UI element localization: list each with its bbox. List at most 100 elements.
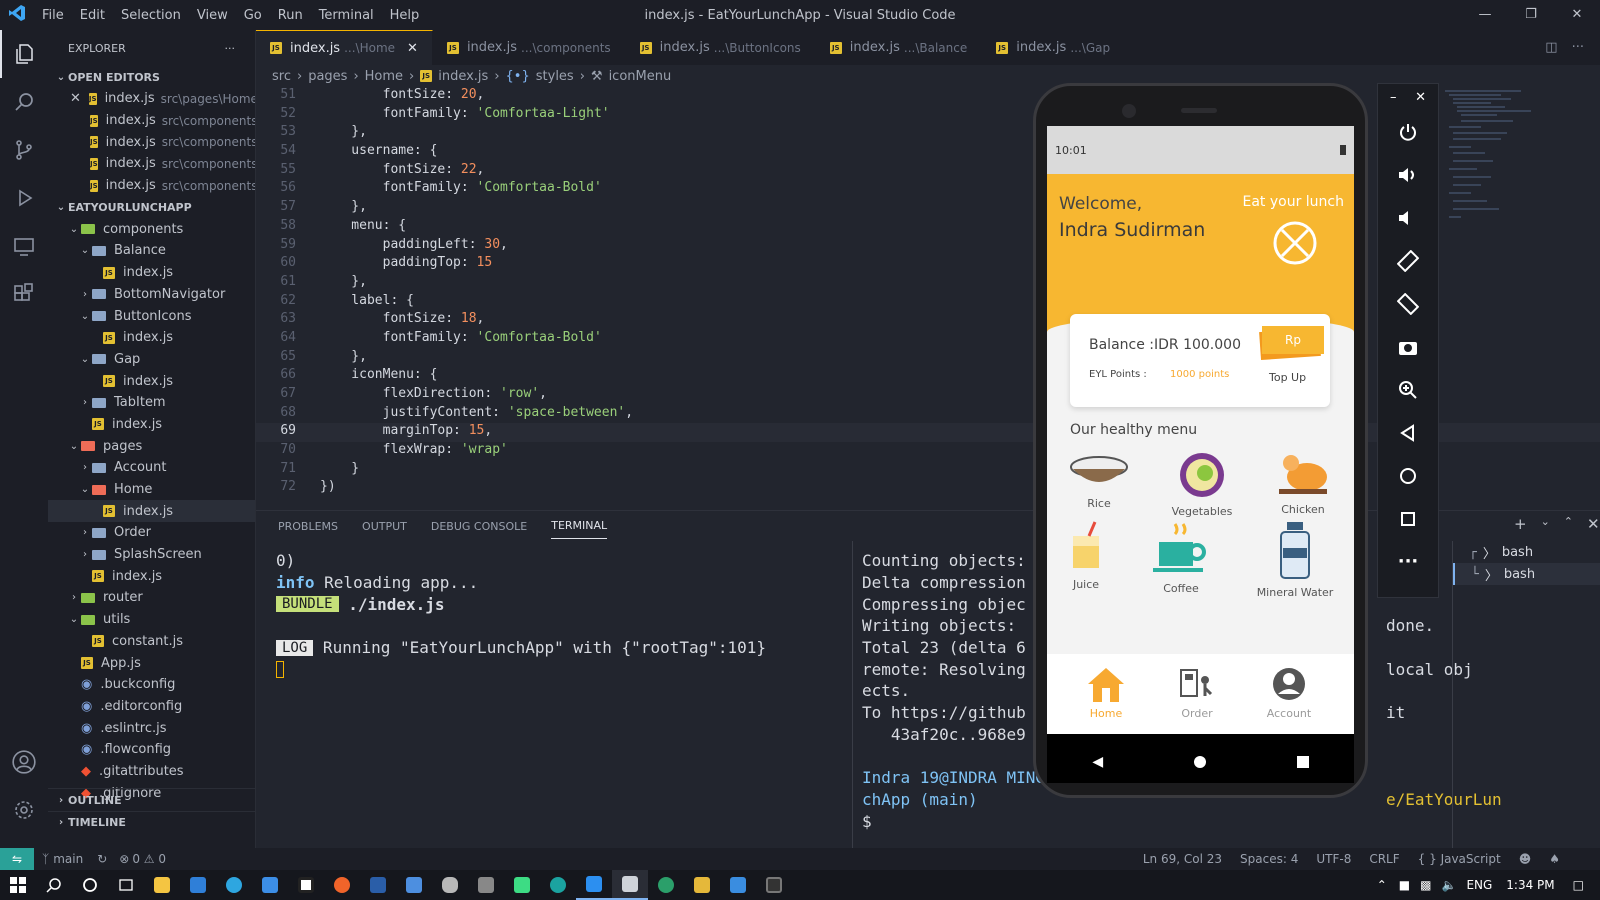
top-up-button[interactable]: Rp xyxy=(1259,326,1324,361)
back-icon[interactable] xyxy=(1378,411,1438,454)
tree-folder[interactable]: ⌄ components xyxy=(48,218,255,240)
menu-edit[interactable]: Edit xyxy=(72,8,113,23)
end-of-line[interactable]: CRLF xyxy=(1369,852,1399,866)
terminal-app-icon[interactable] xyxy=(756,870,792,900)
extensions-icon[interactable] xyxy=(0,270,48,318)
store-icon[interactable] xyxy=(180,870,216,900)
intellij-icon[interactable] xyxy=(288,870,324,900)
minimize-icon[interactable]: — xyxy=(1462,0,1508,30)
tab-problems[interactable]: PROBLEMS xyxy=(278,514,338,539)
task-view-icon[interactable] xyxy=(108,870,144,900)
volume-up-icon[interactable] xyxy=(1378,153,1438,196)
tree-folder[interactable]: ⌄ Home xyxy=(48,479,255,501)
notifications-bell-icon[interactable]: ♠ xyxy=(1549,852,1560,866)
overview-square-icon[interactable] xyxy=(1378,497,1438,540)
tab-gap-index[interactable]: JS index.js ...\Gap xyxy=(982,30,1126,65)
tray-app-icon[interactable]: ■ xyxy=(1399,878,1410,892)
tab-balance-index[interactable]: JS index.js ...\Balance xyxy=(816,30,983,65)
tree-file[interactable]: JS index.js xyxy=(48,500,255,523)
menu-run[interactable]: Run xyxy=(270,8,311,23)
tree-file[interactable]: ◉ .buckconfig xyxy=(48,674,255,696)
menu-chicken[interactable]: Chicken xyxy=(1253,451,1353,516)
tree-folder[interactable]: › BottomNavigator xyxy=(48,284,255,306)
remote-desktop-icon[interactable] xyxy=(396,870,432,900)
nav-order[interactable]: Order xyxy=(1146,666,1248,720)
crumb-home[interactable]: Home xyxy=(365,69,403,84)
input-language[interactable]: ENG xyxy=(1466,878,1492,892)
android-recents-icon[interactable] xyxy=(1296,756,1309,768)
open-editor-item[interactable]: JSindex.jssrc\components... xyxy=(48,153,255,175)
tree-file[interactable]: ◉ .editorconfig xyxy=(48,696,255,718)
tree-file[interactable]: JS index.js xyxy=(48,370,255,392)
menu-go[interactable]: Go xyxy=(236,8,270,23)
run-debug-icon[interactable] xyxy=(0,174,48,222)
tree-folder[interactable]: › Account xyxy=(48,457,255,479)
encoding[interactable]: UTF-8 xyxy=(1316,852,1351,866)
menu-rice[interactable]: Rice xyxy=(1049,451,1149,510)
menu-mineral-water[interactable]: Mineral Water xyxy=(1245,520,1345,599)
tree-folder[interactable]: ⌄ ButtonIcons xyxy=(48,305,255,327)
tree-folder[interactable]: › TabItem xyxy=(48,392,255,414)
rotate-right-icon[interactable] xyxy=(1378,282,1438,325)
open-editor-item[interactable]: ✕ JS index.js src\pages\Home xyxy=(48,88,255,110)
open-editors-section[interactable]: ⌄ OPEN EDITORS xyxy=(48,66,255,88)
sync-icon[interactable]: ↻ xyxy=(97,852,107,866)
crumb-src[interactable]: src xyxy=(272,69,291,84)
tab-buttonicons-index[interactable]: JS index.js ...\ButtonIcons xyxy=(626,30,816,65)
menu-view[interactable]: View xyxy=(189,8,236,23)
tab-home-index[interactable]: JS index.js ...\Home ✕ xyxy=(256,30,433,65)
tree-folder[interactable]: › router xyxy=(48,587,255,609)
editor-more-icon[interactable]: ··· xyxy=(1572,40,1584,55)
tab-output[interactable]: OUTPUT xyxy=(362,514,407,539)
menu-juice[interactable]: Juice xyxy=(1047,520,1136,591)
android-home-icon[interactable] xyxy=(1193,756,1206,768)
terminal-list-item[interactable]: └ 〉 bash xyxy=(1453,563,1600,585)
tree-file[interactable]: JS constant.js xyxy=(48,631,255,653)
power-icon[interactable] xyxy=(1378,110,1438,153)
crumb-file[interactable]: index.js xyxy=(438,69,488,84)
tray-chevron-icon[interactable]: ⌃ xyxy=(1377,878,1387,892)
tree-folder[interactable]: ⌄ Balance xyxy=(48,240,255,262)
edge-icon[interactable] xyxy=(540,870,576,900)
menu-file[interactable]: File xyxy=(34,8,72,23)
android-back-icon[interactable]: ◀ xyxy=(1092,754,1103,770)
close-editor-icon[interactable]: ✕ xyxy=(70,91,81,106)
tab-components-index[interactable]: JS index.js ...\components xyxy=(433,30,626,65)
project-section[interactable]: ⌄ EATYOURLUNCHAPP xyxy=(48,196,255,218)
split-editor-icon[interactable]: ◫ xyxy=(1545,40,1557,55)
tree-file[interactable]: JS index.js xyxy=(48,565,255,587)
open-editor-item[interactable]: JSindex.jssrc\components... xyxy=(48,175,255,197)
new-terminal-icon[interactable]: + xyxy=(1514,515,1527,533)
action-center-icon[interactable]: □ xyxy=(1573,878,1584,892)
cortana-icon[interactable] xyxy=(72,870,108,900)
crumb-pages[interactable]: pages xyxy=(308,69,347,84)
account-icon[interactable] xyxy=(0,738,48,786)
network-icon[interactable]: ▩ xyxy=(1420,878,1431,892)
indentation[interactable]: Spaces: 4 xyxy=(1240,852,1298,866)
tab-terminal[interactable]: TERMINAL xyxy=(551,513,608,539)
crumb-styles[interactable]: styles xyxy=(536,69,574,84)
tree-folder[interactable]: › SplashScreen xyxy=(48,544,255,566)
tree-file[interactable]: JS index.js xyxy=(48,414,255,436)
timeline-section[interactable]: › TIMELINE xyxy=(48,811,255,833)
outline-section[interactable]: › OUTLINE xyxy=(48,789,255,811)
telegram-icon[interactable] xyxy=(216,870,252,900)
menu-coffee[interactable]: Coffee xyxy=(1131,520,1231,595)
tree-file[interactable]: JS index.js xyxy=(48,262,255,284)
screenshot-camera-icon[interactable] xyxy=(1378,325,1438,368)
menu-help[interactable]: Help xyxy=(382,8,428,23)
terminal-left[interactable]: 0) info Reloading app... BUNDLE ./index.… xyxy=(276,550,766,680)
open-editor-item[interactable]: JSindex.jssrc\components... xyxy=(48,131,255,153)
emulator-taskbar-icon[interactable] xyxy=(612,870,648,900)
home-circle-icon[interactable] xyxy=(1378,454,1438,497)
maximize-panel-icon[interactable]: ⌃ xyxy=(1564,515,1573,533)
windows-start-icon[interactable] xyxy=(0,870,36,900)
feedback-icon[interactable]: ☻ xyxy=(1519,852,1532,866)
android-studio-icon[interactable] xyxy=(504,870,540,900)
powershell-icon[interactable] xyxy=(360,870,396,900)
edge-dev-icon[interactable] xyxy=(648,870,684,900)
rotate-left-icon[interactable] xyxy=(1378,239,1438,282)
tree-file[interactable]: JS App.js xyxy=(48,652,255,674)
remote-explorer-icon[interactable] xyxy=(0,222,48,270)
more-options-icon[interactable]: ··· xyxy=(1378,540,1438,583)
